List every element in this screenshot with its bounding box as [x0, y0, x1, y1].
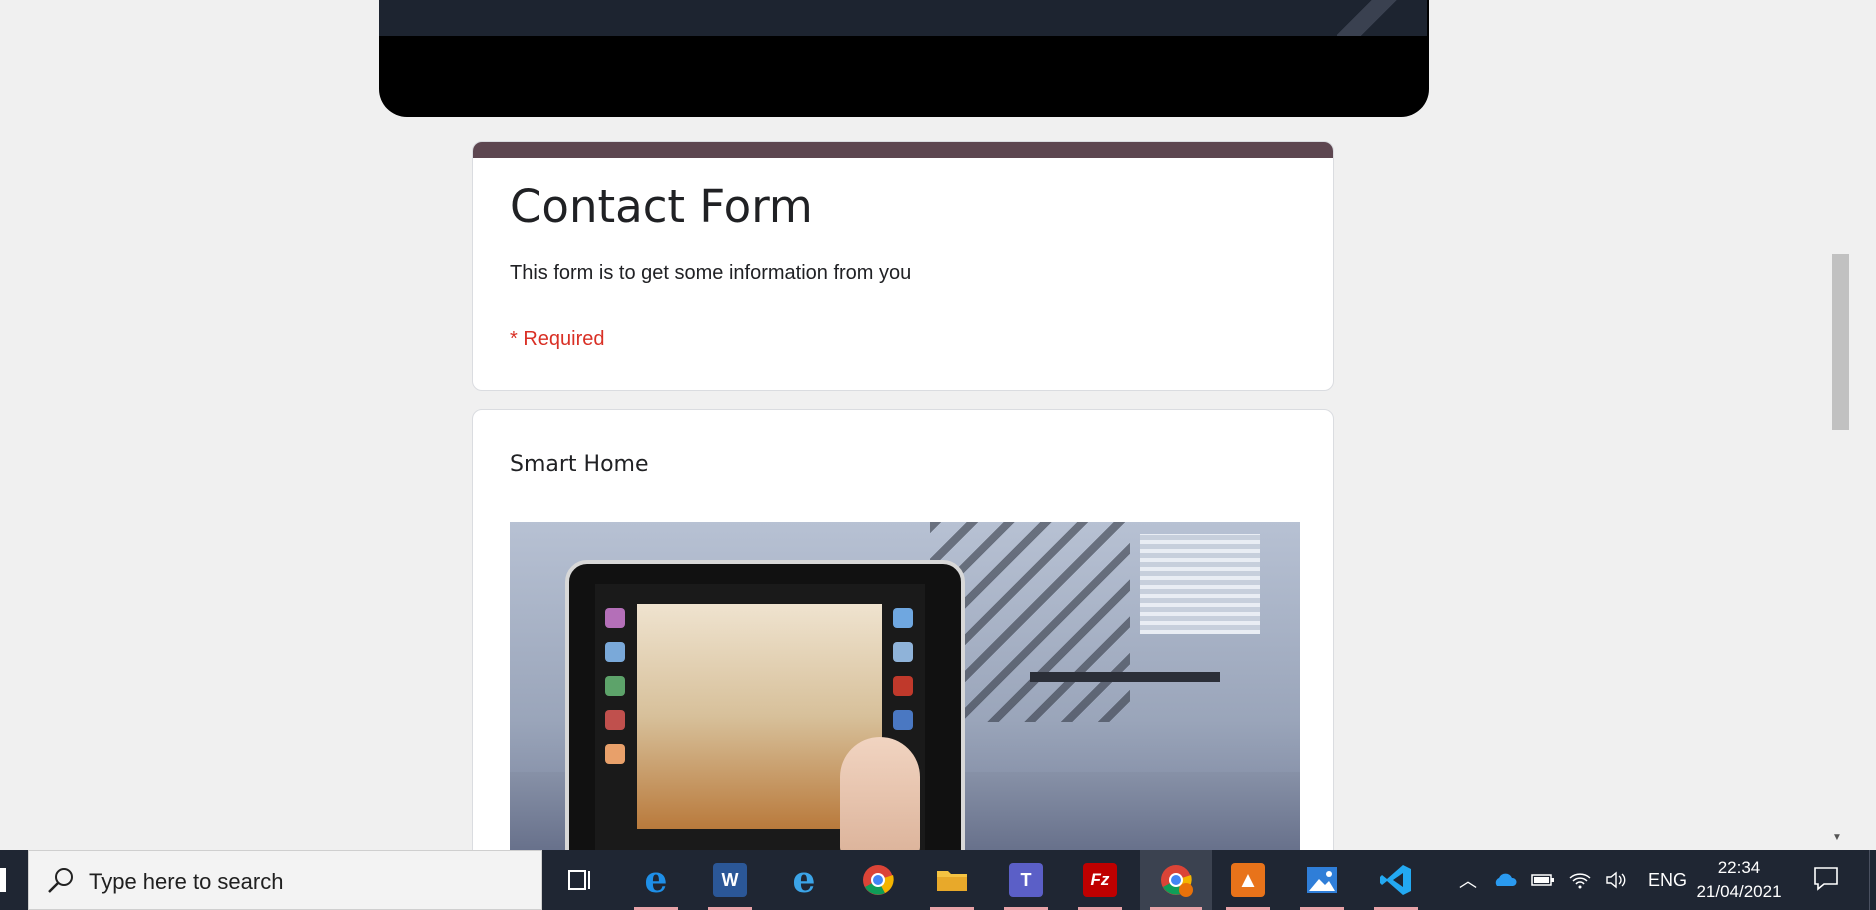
onedrive-icon[interactable]	[1491, 872, 1517, 888]
volume-icon[interactable]	[1605, 871, 1627, 889]
word-icon: W	[713, 863, 747, 897]
filezilla-icon: Fz	[1083, 863, 1117, 897]
image-window	[1140, 534, 1260, 634]
vscode-button[interactable]	[1364, 850, 1428, 910]
taskbar-search-box[interactable]: Type here to search	[28, 850, 542, 910]
browser-page: Contact Form This form is to get some in…	[0, 0, 1852, 850]
file-explorer-button[interactable]	[920, 850, 984, 910]
chrome-icon	[1161, 865, 1193, 897]
form-title-card: Contact Form This form is to get some in…	[472, 141, 1334, 391]
photos-button[interactable]	[1290, 850, 1354, 910]
chevron-up-icon[interactable]: ︿	[1459, 867, 1477, 893]
orange-app-button[interactable]: ▲	[1216, 850, 1280, 910]
internet-explorer-button[interactable]: e	[772, 850, 836, 910]
scrollbar-thumb[interactable]	[1832, 254, 1849, 430]
teams-button[interactable]: T	[994, 850, 1058, 910]
word-button[interactable]: W	[698, 850, 762, 910]
wifi-icon[interactable]	[1569, 871, 1591, 889]
form-header-image	[379, 0, 1429, 117]
required-note: * Required	[510, 328, 605, 350]
show-desktop-button[interactable]	[1869, 850, 1876, 910]
folder-icon	[937, 871, 967, 891]
section-card: Smart Home	[472, 409, 1334, 850]
section-title: Smart Home	[510, 452, 649, 477]
windows-taskbar: Type here to search e W e T Fz ▲ ︿ ENG 2…	[0, 850, 1876, 910]
filezilla-button[interactable]: Fz	[1068, 850, 1132, 910]
header-image-dark	[379, 0, 1427, 36]
search-icon	[48, 868, 73, 893]
edge-button[interactable]: e	[624, 850, 688, 910]
chrome-button[interactable]	[846, 850, 910, 910]
vscode-icon	[1380, 865, 1411, 895]
system-tray: ︿ ENG	[1452, 850, 1694, 910]
image-hand	[840, 737, 920, 850]
search-placeholder: Type here to search	[89, 869, 284, 894]
edge-icon: e	[644, 859, 668, 901]
start-button-edge[interactable]	[0, 868, 6, 892]
photos-icon	[1307, 867, 1337, 893]
header-image-stripe	[1337, 0, 1427, 36]
image-table	[1030, 672, 1220, 682]
task-view-icon	[568, 870, 590, 890]
ie-icon: e	[792, 859, 816, 901]
orange-app-icon: ▲	[1231, 863, 1265, 897]
clock-time: 22:34	[1717, 858, 1761, 877]
teams-icon: T	[1009, 863, 1043, 897]
form-title: Contact Form	[510, 180, 813, 233]
form-accent-bar	[473, 142, 1333, 158]
notifications-icon[interactable]	[1812, 864, 1840, 892]
chrome-icon	[863, 865, 894, 895]
battery-icon[interactable]	[1531, 872, 1555, 888]
scroll-down-icon[interactable]: ▼	[1832, 832, 1842, 843]
chrome-active-button[interactable]	[1140, 850, 1212, 910]
smart-home-image	[510, 522, 1300, 850]
clock-date: 21/04/2021	[1696, 882, 1782, 901]
form-description: This form is to get some information fro…	[510, 262, 912, 284]
taskbar-clock[interactable]: 22:34 21/04/2021	[1680, 856, 1798, 904]
page-scrollbar[interactable]: ▼	[1828, 0, 1852, 850]
task-view-button[interactable]	[548, 850, 612, 910]
